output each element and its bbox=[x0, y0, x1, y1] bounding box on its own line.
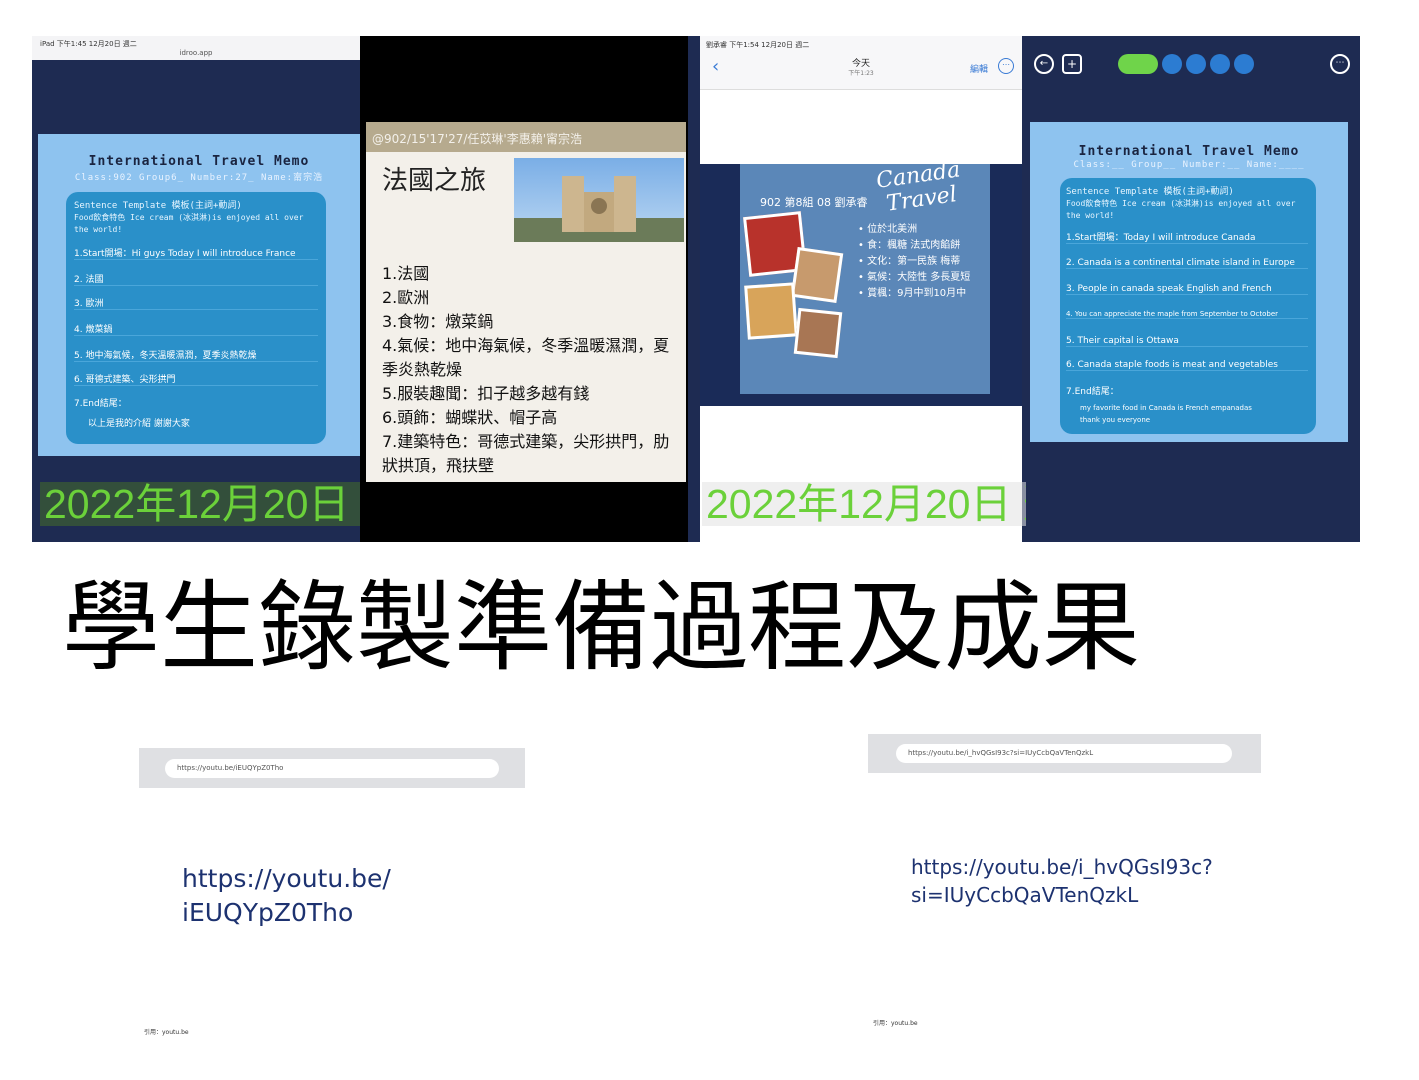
slide-list: 1.法國 2.歐洲 3.食物：燉菜鍋 4.氣候：地中海氣候，冬季溫暖濕潤，夏季炎… bbox=[382, 262, 682, 478]
canada-poster-area: Canada Travel 902 第8組 08 劉承睿 • 位於北美洲 • 食… bbox=[700, 157, 1022, 406]
slide-item: 1.法國 bbox=[382, 264, 430, 283]
template-head: Sentence Template 模板(主詞+動詞) bbox=[1066, 187, 1234, 197]
right-caption: 引用：youtu.be bbox=[873, 1020, 918, 1027]
france-memo-panel: iPad 下午1:45 12月20日 週二 idroo.app Internat… bbox=[32, 36, 360, 542]
canada-poster: Canada Travel 902 第8組 08 劉承睿 • 位於北美洲 • 食… bbox=[740, 157, 990, 394]
memo-row: 2. Canada is a continental climate islan… bbox=[1066, 258, 1308, 269]
slide-item: 5.服裝趣聞：扣子越多越有錢 bbox=[382, 384, 590, 403]
france-slide: @902/15'17'27/任苡琳'李惠賴'甯宗浩 法國之旅 1.法國 2.歐洲… bbox=[366, 122, 686, 482]
slide-item: 2.歐洲 bbox=[382, 288, 430, 307]
memo-sheet: International Travel Memo Class:__ Group… bbox=[1030, 122, 1348, 442]
memo-row: thank you everyone bbox=[1080, 416, 1151, 424]
link-line[interactable]: https://youtu.be/i_hvQGsI93c? bbox=[911, 853, 1213, 881]
memo-meta: Class:902 Group6_ Number:27_ Name:甯宗浩 bbox=[74, 173, 324, 183]
screenshot-collage: iPad 下午1:45 12月20日 週二 idroo.app Internat… bbox=[32, 36, 1360, 542]
poster-list: • 位於北美洲 • 食：楓糖 法式肉餡餅 • 文化：第一民族 梅蒂 • 氣候：大… bbox=[858, 222, 988, 302]
pointer-tool-icon[interactable] bbox=[1118, 54, 1158, 74]
cathedral-photo bbox=[514, 158, 684, 242]
url-pill[interactable]: https://youtu.be/iEUQYpZ0Tho bbox=[165, 759, 499, 778]
poster-item: • 賞楓：9月中到10月中 bbox=[858, 288, 967, 299]
right-link-preview: https://youtu.be/i_hvQGsI93c?si=IUyCcbQa… bbox=[868, 734, 1261, 773]
food-photos bbox=[743, 211, 846, 364]
slide-item: 3.食物：燉菜鍋 bbox=[382, 312, 494, 331]
edit-button[interactable]: 編輯 bbox=[970, 62, 988, 75]
status-text: iPad 下午1:45 12月20日 週二 bbox=[40, 40, 137, 48]
more-icon[interactable]: ⋯ bbox=[998, 58, 1014, 74]
template-example: Food飲食特色 Ice cream (冰淇淋)is enjoyed all o… bbox=[1066, 199, 1296, 220]
memo-row: 6. 哥德式建築、尖形拱門 bbox=[74, 372, 318, 386]
undo-icon[interactable]: ← bbox=[1034, 54, 1054, 74]
link-line[interactable]: si=IUyCcbQaVTenQzkL bbox=[911, 881, 1213, 909]
memo-row: 1.Start開場：Today I will introduce Canada bbox=[1066, 230, 1308, 244]
memo-row: 7.End結尾： bbox=[1066, 387, 1119, 397]
memo-row: 以上是我的介紹 謝謝大家 bbox=[88, 419, 190, 429]
template-example: Food飲食特色 Ice cream (冰淇淋)is enjoyed all o… bbox=[74, 213, 304, 234]
left-link-preview: https://youtu.be/iEUQYpZ0Tho bbox=[139, 748, 525, 788]
color-icon[interactable] bbox=[1234, 54, 1254, 74]
template-card: Sentence Template 模板(主詞+動詞) Food飲食特色 Ice… bbox=[1060, 178, 1316, 434]
page-title: 學生錄製準備過程及成果 bbox=[62, 571, 1141, 685]
poster-title: Canada Travel bbox=[874, 157, 962, 217]
chat-header: 劉承睿 下午1:54 12月20日 週二 ‹ 今天 下午1:23 編輯 ⋯ bbox=[700, 36, 1022, 90]
memo-sheet: International Travel Memo Class:902 Grou… bbox=[38, 134, 360, 456]
left-video-link[interactable]: https://youtu.be/ iEUQYpZ0Tho bbox=[182, 862, 391, 930]
memo-row: 5. Their capital is Ottawa bbox=[1066, 336, 1308, 347]
add-icon[interactable]: + bbox=[1062, 54, 1082, 74]
memo-row: my favorite food in Canada is French emp… bbox=[1080, 404, 1252, 412]
right-video-link[interactable]: https://youtu.be/i_hvQGsI93c? si=IUyCcbQ… bbox=[911, 853, 1213, 909]
more-icon[interactable]: ⋯ bbox=[1330, 54, 1350, 74]
template-head: Sentence Template 模板(主詞+動詞) bbox=[74, 201, 242, 211]
status-bar: iPad 下午1:45 12月20日 週二 idroo.app bbox=[32, 36, 360, 60]
memo-row: 4. You can appreciate the maple from Sep… bbox=[1066, 310, 1308, 319]
memo-row: 1.Start開場：Hi guys Today I will introduce… bbox=[74, 246, 318, 260]
left-caption: 引用：youtu.be bbox=[144, 1029, 189, 1036]
mic-icon[interactable] bbox=[1210, 54, 1230, 74]
france-slide-panel: @902/15'17'27/任苡琳'李惠賴'甯宗浩 法國之旅 1.法國 2.歐洲… bbox=[360, 36, 688, 542]
memo-meta: Class:__ Group__ Number:__ Name:____ bbox=[1073, 160, 1305, 170]
canada-chat-panel: 劉承睿 下午1:54 12月20日 週二 ‹ 今天 下午1:23 編輯 ⋯ Ca… bbox=[700, 36, 1223, 542]
memo-row: 2. 法國 bbox=[74, 272, 318, 286]
slide-item: 7.建築特色：哥德式建築，尖形拱門，肋狀拱頂，飛扶壁 bbox=[382, 432, 670, 475]
poster-item: • 位於北美洲 bbox=[858, 224, 918, 235]
memo-row: 3. People in canada speak English and Fr… bbox=[1066, 284, 1308, 295]
slide-item: 4.氣候：地中海氣候，冬季溫暖濕潤，夏季炎熱乾燥 bbox=[382, 336, 670, 379]
memo-row: 5. 地中海氣候，冬天溫暖濕潤，夏季炎熱乾燥 bbox=[74, 348, 318, 362]
pen-icon[interactable] bbox=[1162, 54, 1182, 74]
memo-title: International Travel Memo bbox=[88, 154, 310, 169]
timestamp-overlay: 2022年12月20日 週二 13:53 bbox=[40, 482, 360, 526]
memo-row: 4. 燉菜鍋 bbox=[74, 322, 318, 336]
slide-header: @902/15'17'27/任苡琳'李惠賴'甯宗浩 bbox=[366, 122, 686, 152]
link-line[interactable]: https://youtu.be/ bbox=[182, 862, 391, 896]
memo-row: 6. Canada staple foods is meat and veget… bbox=[1066, 360, 1308, 371]
url-label: idroo.app bbox=[179, 49, 213, 57]
memo-title: International Travel Memo bbox=[1078, 144, 1300, 159]
poster-item: • 文化：第一民族 梅蒂 bbox=[858, 256, 961, 267]
poster-group: 902 第8組 08 劉承睿 bbox=[760, 196, 868, 209]
canada-memo-panel: ← + ⋯ International Travel Memo Class:__… bbox=[1026, 36, 1360, 542]
memo-row: 3. 歐洲 bbox=[74, 296, 318, 310]
cathedral-icon bbox=[514, 176, 684, 242]
slide-item: 6.頭飾：蝴蝶狀、帽子高 bbox=[382, 408, 558, 427]
template-card: Sentence Template 模板(主詞+動詞) Food飲食特色 Ice… bbox=[66, 192, 326, 444]
url-pill[interactable]: https://youtu.be/i_hvQGsI93c?si=IUyCcbQa… bbox=[896, 744, 1232, 763]
memo-row: 7.End結尾： bbox=[74, 399, 127, 409]
slide-title: 法國之旅 bbox=[382, 166, 487, 196]
poster-item: • 食：楓糖 法式肉餡餅 bbox=[858, 240, 961, 251]
rotate-icon[interactable] bbox=[1186, 54, 1206, 74]
poster-item: • 氣候：大陸性 多長夏短 bbox=[858, 272, 971, 283]
link-line[interactable]: iEUQYpZ0Tho bbox=[182, 896, 391, 930]
status-text: 劉承睿 下午1:54 12月20日 週二 bbox=[706, 41, 810, 49]
